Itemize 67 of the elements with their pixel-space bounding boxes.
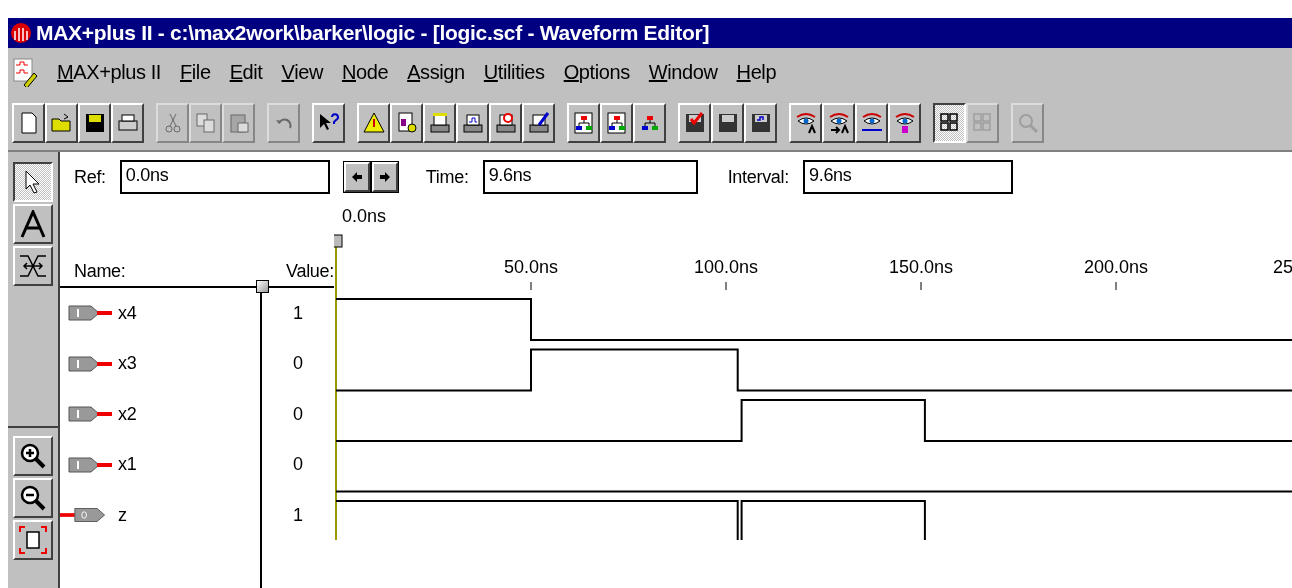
signal-name[interactable]: x1 xyxy=(118,454,137,476)
zoom-in-button[interactable] xyxy=(13,436,53,476)
time-tick-label: 100.0ns xyxy=(693,257,759,277)
stretch-tool-button[interactable] xyxy=(13,246,53,286)
monitor-clock-icon xyxy=(493,111,518,135)
open-folder-icon xyxy=(49,111,74,135)
stretch-arrows-icon xyxy=(18,253,48,279)
signal-value: 1 xyxy=(292,302,304,324)
menu-item[interactable]: Window xyxy=(648,60,718,84)
signal-name[interactable]: x3 xyxy=(118,353,137,375)
field-label: Time: xyxy=(425,166,469,188)
time-tick-label: 150.0ns xyxy=(888,257,954,277)
document-pencil-icon xyxy=(12,57,38,87)
letter-a-icon xyxy=(20,210,46,238)
signal-value: 1 xyxy=(292,504,304,526)
field-label: Ref: xyxy=(74,166,106,188)
time-field[interactable]: 9.6ns xyxy=(482,160,698,194)
menu-item[interactable]: Utilities xyxy=(483,60,545,84)
input-pin-icon xyxy=(68,455,112,474)
toolbar-button[interactable] xyxy=(933,103,966,143)
window-title: MAX+plus II - c:\max2work\barker\logic - [logic.scf - Waveform Editor] xyxy=(36,21,710,45)
signal-value: 0 xyxy=(292,454,304,476)
hierarchy-folder-icon xyxy=(571,111,596,135)
signal-name[interactable]: z xyxy=(118,504,127,526)
column-handle[interactable] xyxy=(256,280,269,293)
cursor-handle[interactable] xyxy=(334,234,343,248)
menu-item[interactable]: Help xyxy=(736,60,777,84)
text-tool-button[interactable] xyxy=(13,204,53,244)
zoom-out-icon xyxy=(19,484,47,512)
menu-item[interactable]: Edit xyxy=(229,60,263,84)
signal-value: 0 xyxy=(292,403,304,425)
cursor-time-label: 0.0ns xyxy=(342,206,387,226)
menu-item[interactable]: Options xyxy=(563,60,630,84)
time-tick-label: 25 xyxy=(1272,257,1292,277)
next-button[interactable] xyxy=(371,162,398,192)
signal-name[interactable]: x4 xyxy=(118,302,137,324)
selection-tool-button[interactable] xyxy=(13,162,53,202)
time-field[interactable]: 9.6ns xyxy=(803,160,1013,194)
warning-triangle-icon xyxy=(361,111,386,135)
menu-item[interactable]: MAX+plus II xyxy=(57,60,161,84)
fit-page-button[interactable] xyxy=(13,520,53,560)
fit-page-icon xyxy=(18,525,48,555)
time-tick-label: 200.0ns xyxy=(1083,257,1149,277)
time-field[interactable]: 0.0ns xyxy=(119,160,330,194)
input-pin-icon xyxy=(68,354,112,373)
name-column-header: Name: xyxy=(73,261,127,282)
monitor-pen-icon xyxy=(526,111,551,135)
previous-button[interactable] xyxy=(343,162,370,192)
hierarchy-document-icon xyxy=(604,111,629,135)
input-pin-icon xyxy=(68,304,112,323)
app-logo-icon xyxy=(10,22,32,44)
field-label: Interval: xyxy=(727,166,789,188)
menu-item[interactable]: Assign xyxy=(407,60,465,84)
menu-item[interactable]: File xyxy=(180,60,211,84)
menu-item[interactable]: Node xyxy=(341,60,389,84)
copy-icon xyxy=(193,111,218,135)
value-column-header: Value: xyxy=(285,261,334,282)
input-pin-icon xyxy=(68,405,112,424)
zoom-out-button[interactable] xyxy=(13,478,53,518)
signal-name[interactable]: x2 xyxy=(118,403,137,425)
time-tick-label: 50.0ns xyxy=(504,257,558,277)
right-arrow-icon xyxy=(378,171,391,183)
zoom-in-icon xyxy=(19,442,47,470)
monitor-wave-icon xyxy=(460,111,485,135)
signal-value: 0 xyxy=(292,353,304,375)
menu-item[interactable]: View xyxy=(281,60,323,84)
left-arrow-icon xyxy=(350,171,363,183)
